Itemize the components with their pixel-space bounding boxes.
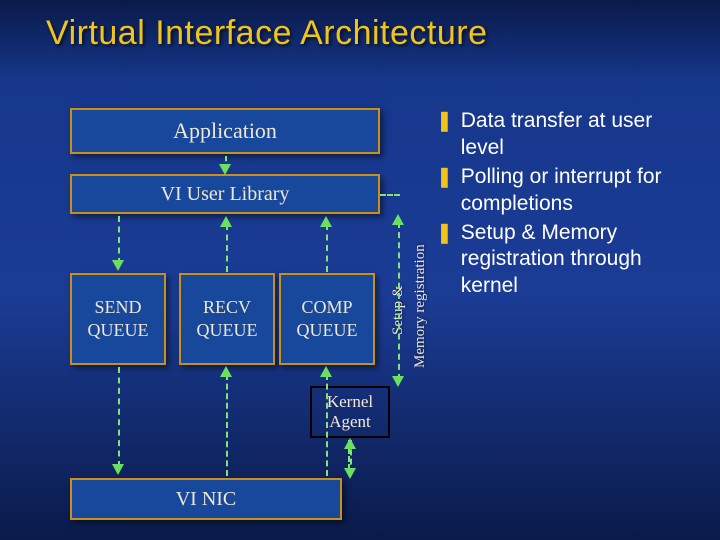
bullet-item: ❚ Polling or interrupt for completions — [436, 164, 700, 218]
box-application: Application — [70, 108, 380, 154]
arrowhead-icon — [112, 260, 124, 271]
arrowhead-icon — [320, 216, 332, 227]
bullet-text: Polling or interrupt for completions — [461, 164, 700, 218]
label-memory-reg: Memory registration — [412, 244, 429, 368]
bullet-icon: ❚ — [436, 220, 453, 301]
arrowhead-icon — [112, 464, 124, 475]
bullet-text: Setup & Memory registration through kern… — [461, 220, 700, 301]
box-recv-queue: RECVQUEUE — [179, 273, 275, 365]
connector-lib-agent — [380, 194, 400, 196]
bullet-item: ❚ Data transfer at user level — [436, 108, 700, 162]
arrowhead-icon — [392, 214, 404, 225]
arrow-nic-to-comp — [326, 374, 328, 476]
box-comp-queue: COMPQUEUE — [279, 273, 375, 365]
bullet-item: ❚ Setup & Memory registration through ke… — [436, 220, 700, 301]
arrow-recv-to-lib — [226, 224, 228, 272]
bullet-list: ❚ Data transfer at user level ❚ Polling … — [436, 108, 700, 302]
box-vi-user-library: VI User Library — [70, 174, 380, 214]
bullet-text: Data transfer at user level — [461, 108, 700, 162]
box-vi-nic: VI NIC — [70, 478, 342, 520]
arrowhead-icon — [220, 366, 232, 377]
arrowhead-icon — [392, 376, 404, 387]
bullet-icon: ❚ — [436, 164, 453, 218]
arrowhead-icon — [344, 468, 356, 479]
arrow-lib-to-agent — [398, 222, 400, 380]
arrow-send-to-nic — [118, 367, 120, 467]
box-send-queue: SENDQUEUE — [70, 273, 166, 365]
slide-title: Virtual Interface Architecture — [46, 14, 487, 53]
arrowhead-icon — [219, 164, 231, 175]
arrow-lib-to-send — [118, 216, 120, 264]
arrowhead-icon — [220, 216, 232, 227]
bullet-icon: ❚ — [436, 108, 453, 162]
arrowhead-icon — [344, 438, 356, 449]
box-kernel-agent: KernelAgent — [310, 386, 390, 438]
arrow-nic-to-recv — [226, 374, 228, 476]
arrow-comp-to-lib — [326, 224, 328, 272]
arrowhead-icon — [320, 366, 332, 377]
